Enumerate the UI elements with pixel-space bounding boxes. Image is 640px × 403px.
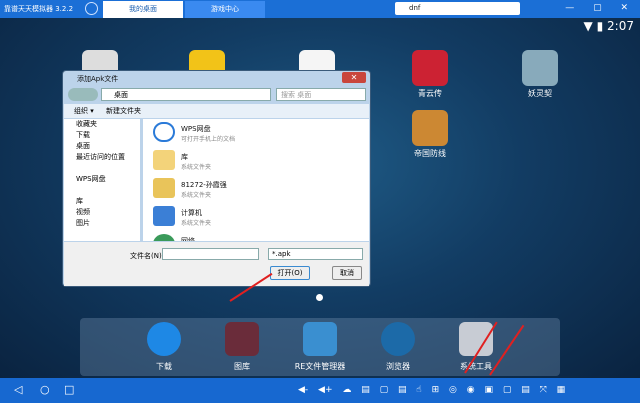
open-button[interactable]: 打开(O) bbox=[270, 266, 310, 280]
new-folder-button[interactable]: 新建文件夹 bbox=[106, 107, 141, 115]
desktop-app-yaolingqi[interactable]: 妖灵契 bbox=[518, 50, 562, 99]
dock-app-browser[interactable]: 浏览器 bbox=[363, 322, 433, 372]
cancel-button[interactable]: 取消 bbox=[332, 266, 362, 280]
title-bar: 靠谱天天模拟器 3.2.2 我的桌面 游戏中心 dnf — ▢ ✕ bbox=[0, 0, 640, 18]
dialog-toolbar: 组织 ▾ 新建文件夹 bbox=[64, 104, 369, 118]
window-controls[interactable]: — ▢ ✕ bbox=[565, 3, 636, 13]
address-bar[interactable]: 桌面 bbox=[101, 88, 271, 101]
tab-game-center[interactable]: 游戏中心 bbox=[185, 1, 265, 18]
nav-libraries[interactable]: 库 bbox=[64, 196, 140, 207]
filetype-select[interactable]: *.apk bbox=[268, 248, 363, 260]
search-input[interactable]: dnf bbox=[395, 2, 520, 15]
desktop-app-qingyunzhuan[interactable]: 青云传 bbox=[408, 50, 452, 99]
file-item[interactable]: 计算机 系统文件夹 bbox=[143, 203, 369, 231]
close-button[interactable]: ✕ bbox=[342, 72, 366, 83]
nav-desktop[interactable]: 桌面 bbox=[64, 141, 140, 152]
back-forward-buttons[interactable] bbox=[68, 88, 98, 101]
home-button[interactable]: ○ bbox=[40, 383, 50, 396]
nav-wps[interactable]: WPS网盘 bbox=[64, 174, 140, 185]
file-item[interactable]: 网络 bbox=[143, 231, 369, 241]
dock-app-download[interactable]: 下载 bbox=[129, 322, 199, 372]
toolbar-icons[interactable]: ◀- ◀+ ☁ ▤ ▢ ▤ ☝ ⊞ ◎ ◉ ▣ ▢ ▤ ⤧ ▦ bbox=[298, 385, 634, 396]
app-title: 靠谱天天模拟器 3.2.2 bbox=[4, 5, 74, 13]
bottom-nav-bar: ◁ ○ □ ◀- ◀+ ☁ ▤ ▢ ▤ ☝ ⊞ ◎ ◉ ▣ ▢ ▤ ⤧ ▦ bbox=[0, 378, 640, 403]
wifi-icon: ▼ bbox=[583, 19, 593, 33]
nav-videos[interactable]: 视频 bbox=[64, 207, 140, 218]
file-item[interactable]: 81272-孙霞强 系统文件夹 bbox=[143, 175, 369, 203]
dialog-title: 添加Apk文件 bbox=[77, 75, 119, 83]
filename-input[interactable] bbox=[162, 248, 259, 260]
clock: 2:07 bbox=[607, 19, 634, 33]
dock-app-system-tools[interactable]: 系统工具 bbox=[441, 322, 511, 372]
battery-icon: ▮ bbox=[596, 19, 604, 33]
recent-apps-button[interactable]: □ bbox=[64, 383, 74, 396]
dock-app-gallery[interactable]: 图库 bbox=[207, 322, 277, 372]
dialog-search-input[interactable]: 搜索 桌面 bbox=[276, 88, 366, 101]
organize-button[interactable]: 组织 ▾ bbox=[74, 107, 94, 115]
nav-pictures[interactable]: 图片 bbox=[64, 218, 140, 229]
user-icon[interactable] bbox=[85, 2, 98, 15]
file-item[interactable]: WPS网盘 可打开手机上的文档 bbox=[143, 119, 369, 147]
file-list: WPS网盘 可打开手机上的文档 库系统文件夹 81272-孙霞强 系统文件夹 计算机… bbox=[143, 119, 369, 241]
file-item[interactable]: 库系统文件夹 bbox=[143, 147, 369, 175]
dialog-footer: 文件名(N): *.apk 打开(O) 取消 bbox=[64, 242, 369, 286]
tab-my-desktop[interactable]: 我的桌面 bbox=[103, 1, 183, 18]
status-bar: ▼ ▮ 2:07 bbox=[584, 19, 634, 33]
page-indicator bbox=[316, 294, 323, 301]
navigation-pane: 收藏夹 下载 桌面 最近访问的位置 WPS网盘 库 视频 图片 bbox=[64, 119, 140, 241]
add-apk-dialog: 添加Apk文件 ✕ 桌面 搜索 桌面 组织 ▾ 新建文件夹 收藏夹 下载 桌面 … bbox=[62, 70, 371, 287]
filename-label: 文件名(N): bbox=[130, 252, 165, 260]
dock-app-re-file-manager[interactable]: RE文件管理器 bbox=[285, 322, 355, 372]
nav-downloads[interactable]: 下载 bbox=[64, 130, 140, 141]
back-button[interactable]: ◁ bbox=[14, 383, 22, 396]
desktop-app-diguofangxian[interactable]: 帝国防线 bbox=[408, 110, 452, 159]
nav-recent[interactable]: 最近访问的位置 bbox=[64, 152, 140, 163]
nav-favorites[interactable]: 收藏夹 bbox=[64, 119, 140, 130]
